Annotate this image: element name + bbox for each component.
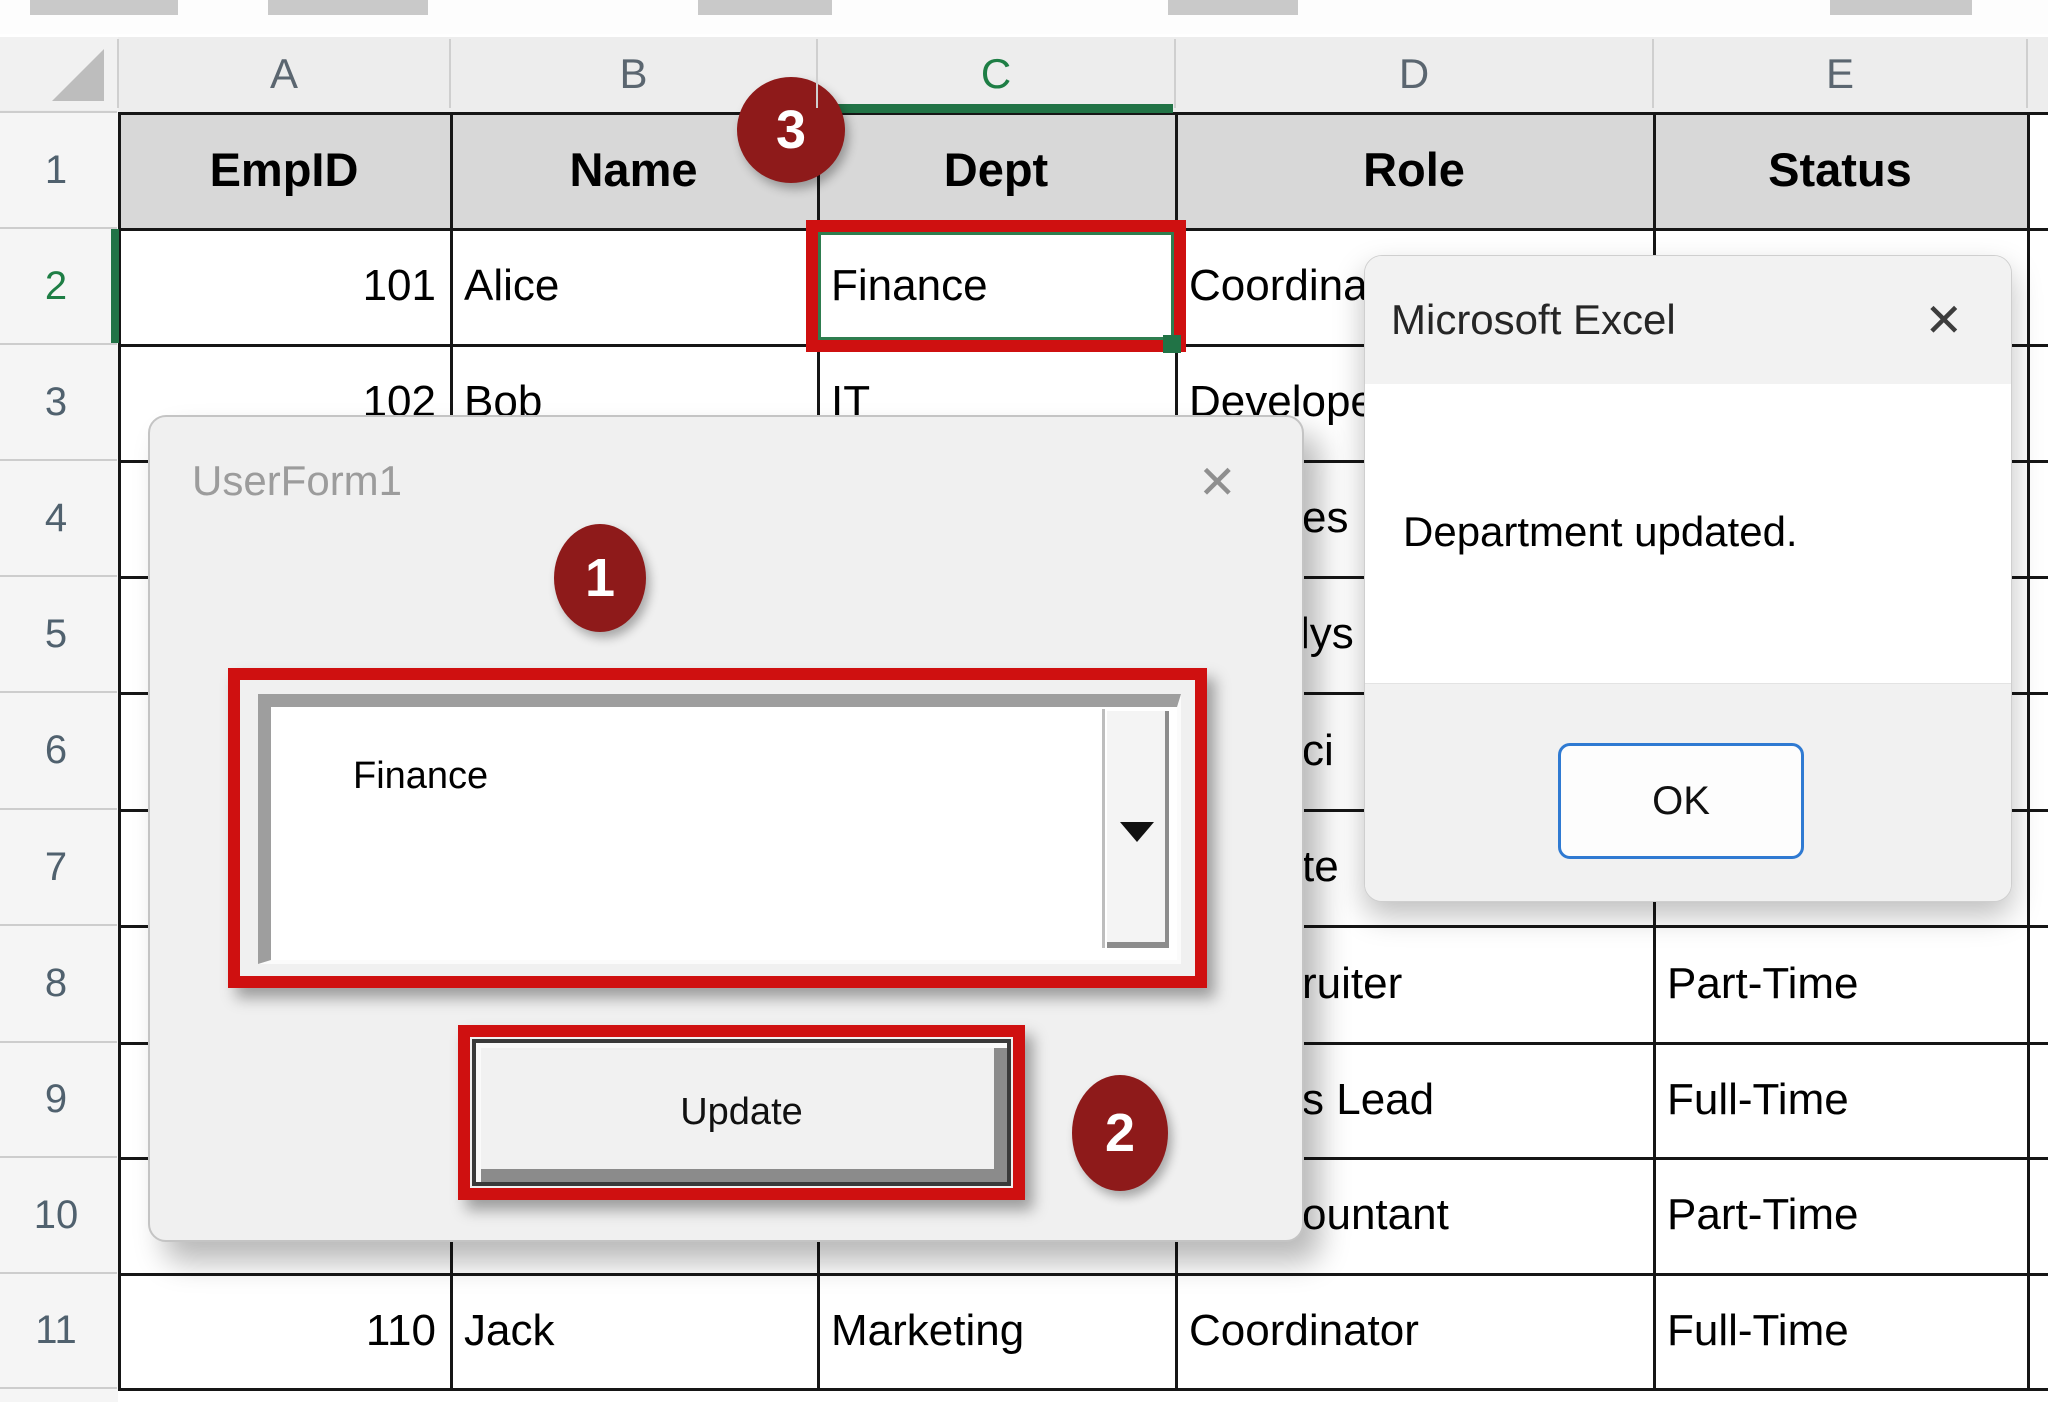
row-header-1[interactable]: 1 (0, 112, 112, 228)
column-header-B[interactable]: B (450, 37, 817, 110)
chevron-down-icon (1120, 822, 1154, 842)
row-separator (0, 111, 117, 113)
annotation-box-combobox: Finance (228, 668, 1207, 988)
column-separator (2026, 39, 2028, 108)
cell-fragment-D10[interactable]: ountant (1302, 1157, 1449, 1273)
cell-B2[interactable]: Alice (464, 228, 803, 344)
row-header-10[interactable]: 10 (0, 1157, 112, 1273)
close-icon[interactable]: ✕ (1924, 256, 1963, 384)
column-separator (816, 39, 818, 108)
row-header-6[interactable]: 6 (0, 692, 112, 809)
column-header-D[interactable]: D (1175, 37, 1653, 110)
excel-message-box: Microsoft Excel ✕ Department updated. OK (1364, 255, 2012, 902)
ok-button[interactable]: OK (1558, 743, 1804, 859)
top-strip (0, 0, 2048, 34)
userform-title: UserForm1 (192, 457, 402, 505)
cell-fragment-D7[interactable]: te (1302, 809, 1339, 925)
cell-C1[interactable]: Dept (831, 112, 1161, 228)
annotation-box-dept-cell (806, 220, 1186, 352)
annotation-badge-1: 1 (554, 524, 646, 632)
cell-fragment-D5[interactable]: lys (1300, 576, 1354, 692)
row-header-11[interactable]: 11 (0, 1273, 112, 1388)
cell-B11[interactable]: Jack (464, 1273, 803, 1388)
update-button[interactable]: Update (472, 1039, 1011, 1186)
row-separator (0, 808, 117, 810)
top-strip-block (268, 0, 428, 15)
top-strip-block (30, 0, 178, 15)
row-separator (0, 924, 117, 926)
row-separator (0, 691, 117, 693)
column-separator (1174, 39, 1176, 108)
column-header-E[interactable]: E (1653, 37, 2027, 110)
top-strip-block (1830, 0, 1972, 15)
row-header-9[interactable]: 9 (0, 1042, 112, 1157)
fill-handle[interactable] (1163, 335, 1181, 353)
cell-E8[interactable]: Part-Time (1667, 925, 2013, 1042)
column-header-C[interactable]: C (817, 37, 1175, 110)
cell-A11[interactable]: 110 (132, 1273, 436, 1388)
row-separator (0, 227, 117, 229)
row-header-2[interactable]: 2 (0, 228, 112, 344)
cell-D11[interactable]: Coordinator (1189, 1273, 1639, 1388)
cell-D1[interactable]: Role (1189, 112, 1639, 228)
grid-line (118, 1388, 2048, 1391)
cell-fragment-D8[interactable]: ruiter (1302, 925, 1402, 1042)
cell-fragment-D9[interactable]: s Lead (1302, 1042, 1434, 1157)
cell-E11[interactable]: Full-Time (1667, 1273, 2013, 1388)
combobox-value: Finance (353, 755, 488, 798)
column-separator (449, 39, 451, 108)
grid-line (2027, 112, 2030, 1391)
row-header-5[interactable]: 5 (0, 576, 112, 692)
row-separator (0, 1387, 117, 1389)
message-box-titlebar: Microsoft Excel ✕ (1365, 256, 2011, 384)
row-header-3[interactable]: 3 (0, 344, 112, 460)
close-icon[interactable]: ✕ (1198, 459, 1237, 505)
excel-screen: EmpIDNameDeptRoleStatus101AliceFinanceCo… (0, 0, 2048, 1402)
row-header-4[interactable]: 4 (0, 460, 112, 576)
row-separator (0, 343, 117, 345)
row-separator (0, 1041, 117, 1043)
corner-triangle-icon (52, 49, 104, 101)
department-combobox[interactable]: Finance (258, 694, 1181, 964)
combobox-dropdown-button[interactable] (1102, 709, 1169, 948)
cell-A1[interactable]: EmpID (132, 112, 436, 228)
row-separator (0, 575, 117, 577)
row-separator (0, 1156, 117, 1158)
message-box-title: Microsoft Excel (1391, 256, 1676, 384)
annotation-badge-2: 2 (1072, 1075, 1168, 1191)
cell-E1[interactable]: Status (1667, 112, 2013, 228)
annotation-box-update-button: Update (458, 1025, 1025, 1200)
column-separator (1652, 39, 1654, 108)
selected-row-accent (111, 229, 119, 343)
cell-fragment-D4[interactable]: es (1302, 460, 1348, 576)
row-separator (0, 459, 117, 461)
cell-E9[interactable]: Full-Time (1667, 1042, 2013, 1157)
column-separator (117, 39, 119, 108)
top-strip-block (1168, 0, 1298, 15)
select-all-corner[interactable] (0, 37, 118, 110)
message-box-footer: OK (1365, 683, 2011, 901)
cell-C11[interactable]: Marketing (831, 1273, 1161, 1388)
cell-E10[interactable]: Part-Time (1667, 1157, 2013, 1273)
column-header-A[interactable]: A (118, 37, 450, 110)
cell-fragment-D6[interactable]: ci (1302, 692, 1334, 809)
message-text: Department updated. (1403, 508, 1798, 556)
cell-A2[interactable]: 101 (132, 228, 436, 344)
row-separator (0, 1272, 117, 1274)
row-header-8[interactable]: 8 (0, 925, 112, 1042)
top-strip-block (698, 0, 832, 15)
row-header-7[interactable]: 7 (0, 809, 112, 925)
